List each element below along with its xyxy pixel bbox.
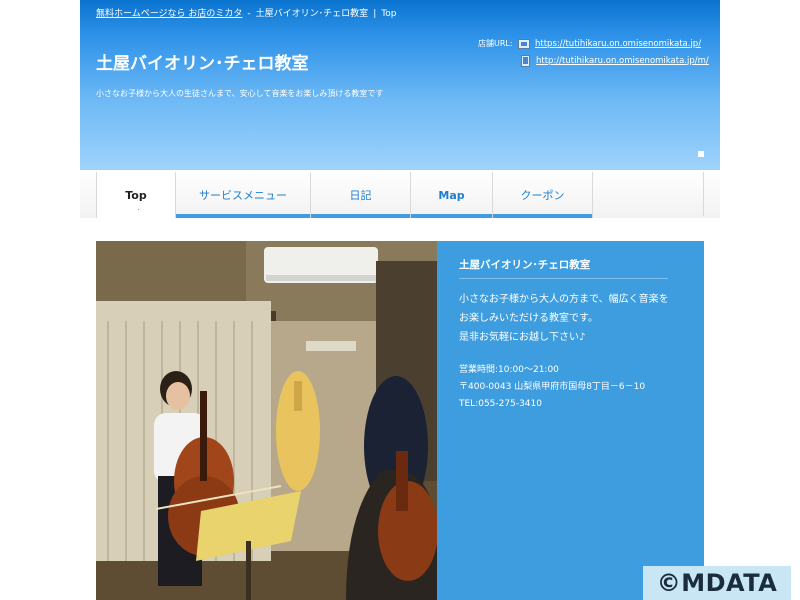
business-hours: 営業時間:10:00～21:00 xyxy=(459,365,559,375)
nav-tab-label: 日記 xyxy=(349,189,372,202)
nav-tab-underline xyxy=(411,214,492,218)
pc-url-row: 店舗URL: https://tutihikaru.on.omisenomika… xyxy=(478,35,718,52)
shop-info-panel: 土屋バイオリン･チェロ教室 小さなお子様から大人の方まで、幅広く音楽を お楽しみ… xyxy=(437,241,704,600)
info-description-line: 小さなお子様から大人の方まで、幅広く音楽を xyxy=(459,294,669,305)
nav-tab-underline xyxy=(176,214,310,218)
breadcrumb-home-link[interactable]: 無料ホームページなら お店のミカタ xyxy=(96,9,242,19)
info-title: 土屋バイオリン･チェロ教室 xyxy=(459,259,591,271)
nav-tab-underline xyxy=(311,214,410,218)
lesson-photo-illustration xyxy=(96,241,437,600)
breadcrumb-divider: | xyxy=(373,9,377,19)
info-divider xyxy=(459,278,668,279)
breadcrumb-site: 土屋バイオリン･チェロ教室 xyxy=(255,9,369,19)
nav-tab-map[interactable]: Map xyxy=(411,172,493,218)
address: 〒400-0043 山梨県甲府市国母8丁目－6－10 xyxy=(459,382,646,392)
nav-tab-label: Map xyxy=(438,188,465,202)
header-corner-square xyxy=(698,151,704,157)
info-description-line: 是非お気軽にお越し下さい♪ xyxy=(459,332,586,343)
nav-tab-label: クーポン xyxy=(520,189,565,202)
lesson-photo xyxy=(96,241,437,600)
nav-tab-label: サービスメニュー xyxy=(199,189,287,202)
nav-tab-underline xyxy=(493,214,592,218)
breadcrumb: 無料ホームページなら お店のミカタ - 土屋バイオリン･チェロ教室 | Top xyxy=(96,6,396,19)
info-description-line: お楽しみいただける教室です。 xyxy=(459,313,598,324)
breadcrumb-separator: - xyxy=(247,9,251,19)
nav-divider xyxy=(703,172,704,216)
nav-tab-service-menu[interactable]: サービスメニュー xyxy=(176,172,311,218)
main-nav: Top ˙ サービスメニュー 日記 Map クーポン xyxy=(80,170,720,218)
page-header-area: 無料ホームページなら お店のミカタ - 土屋バイオリン･チェロ教室 | Top 土屋バイ… xyxy=(80,0,720,218)
info-details: 営業時間:10:00～21:00 〒400-0043 山梨県甲府市国母8丁目－6… xyxy=(459,362,645,413)
site-tagline: 小さなお子様から大人の生徒さんまで、安心して音楽をお楽しみ頂ける教室です xyxy=(96,89,384,98)
nav-tab-top[interactable]: Top ˙ xyxy=(96,172,176,218)
copyright-watermark: ©MDATA xyxy=(643,566,791,600)
site-header: 無料ホームページなら お店のミカタ - 土屋バイオリン･チェロ教室 | Top 土屋バイ… xyxy=(80,0,720,170)
info-description: 小さなお子様から大人の方まで、幅広く音楽を お楽しみいただける教室です。 是非お… xyxy=(459,290,699,347)
mobile-url-row: http://tutihikaru.on.omisenomikata.jp/m/ xyxy=(478,52,718,69)
store-urls: 店舗URL: https://tutihikaru.on.omisenomika… xyxy=(478,35,718,69)
breadcrumb-current: Top xyxy=(381,9,397,19)
telephone: TEL:055-275-3410 xyxy=(459,399,542,409)
active-tab-marker: ˙ xyxy=(137,209,140,216)
computer-icon xyxy=(518,38,530,49)
mobile-phone-icon xyxy=(521,54,530,67)
site-title: 土屋バイオリン･チェロ教室 xyxy=(96,54,309,74)
nav-tab-diary[interactable]: 日記 xyxy=(311,172,411,218)
nav-tab-coupon[interactable]: クーポン xyxy=(493,172,593,218)
nav-tab-label: Top xyxy=(125,188,147,202)
mobile-url-link[interactable]: http://tutihikaru.on.omisenomikata.jp/m/ xyxy=(536,56,709,66)
url-label: 店舗URL: xyxy=(478,39,513,48)
pc-url-link[interactable]: https://tutihikaru.on.omisenomikata.jp/ xyxy=(535,39,701,49)
